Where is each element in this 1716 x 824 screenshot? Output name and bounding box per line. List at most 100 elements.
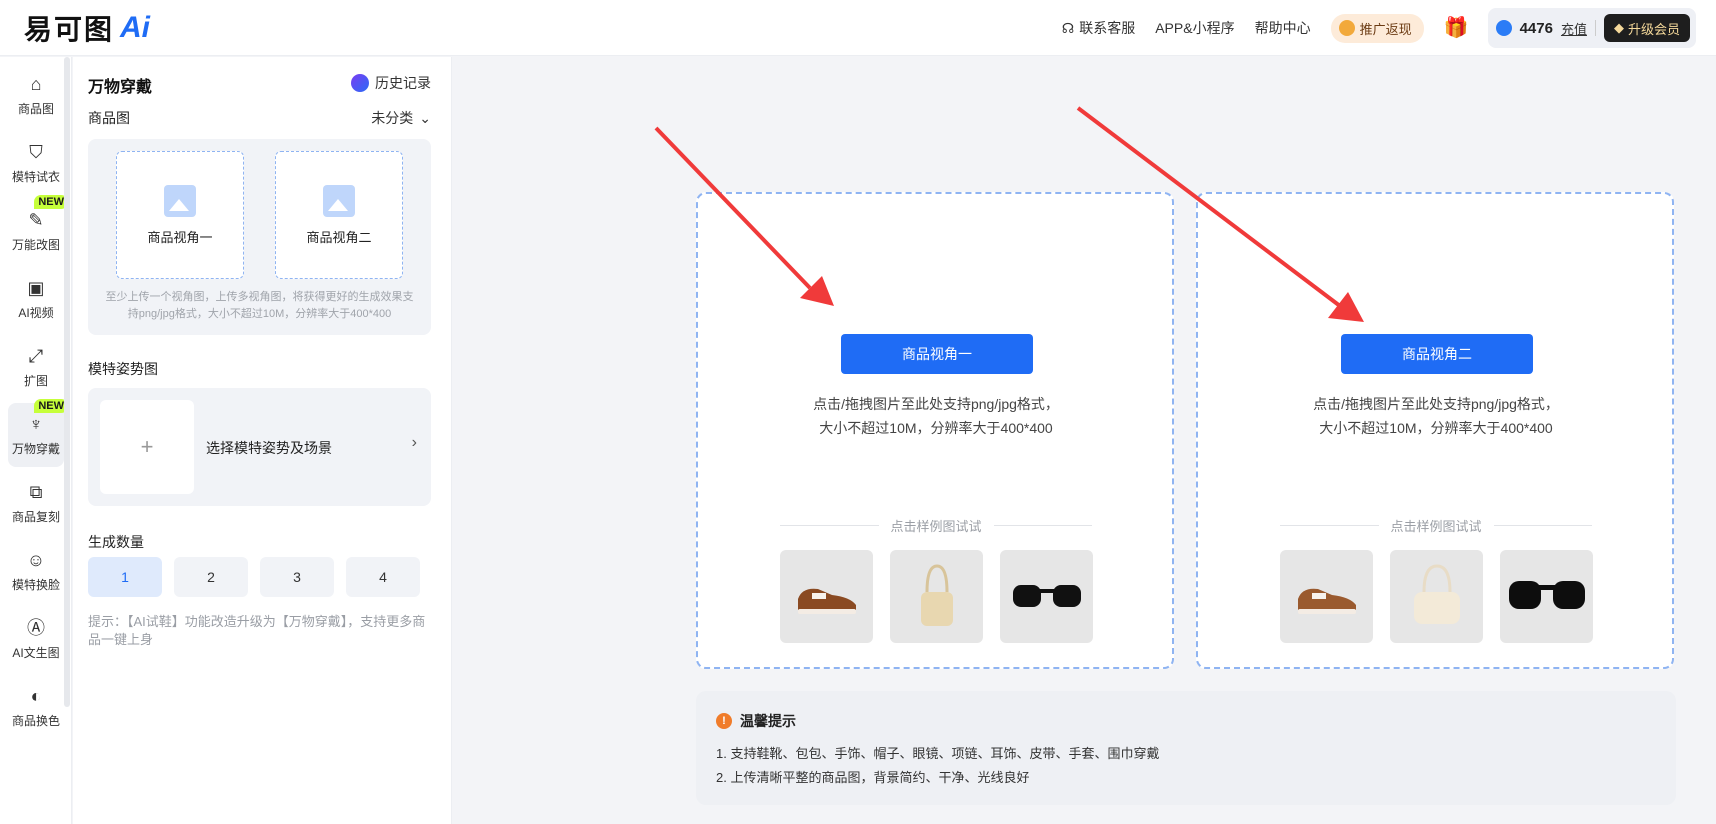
- nav-item-label: 模特试衣: [11, 169, 60, 184]
- new-badge: NEW: [34, 399, 68, 413]
- nav-item-expand[interactable]: ⤢ 扩图: [8, 335, 64, 399]
- nav-item-label: 商品复刻: [11, 509, 60, 524]
- promo-label: 推广返现: [1359, 21, 1412, 37]
- contact-service-link[interactable]: ☊ 联系客服: [1062, 18, 1135, 38]
- pose-select-card[interactable]: + 选择模特姿势及场景 ›: [88, 388, 431, 506]
- logo-ai: Ai: [120, 11, 151, 44]
- nav-item-label: AI文生图: [12, 645, 60, 660]
- config-panel: 万物穿戴 历史记录 商品图 未分类 ⌄ 商品视角一 商品视角二 至少上传一个视角…: [73, 57, 452, 824]
- nav-item-ai-text-to-image[interactable]: Ⓐ AI文生图: [8, 607, 64, 671]
- product-upload-area: 商品视角一 商品视角二 至少上传一个视角图，上传多视角图，将获得更好的生成效果支…: [88, 139, 431, 335]
- expand-icon: ⤢: [28, 345, 44, 366]
- nav-item-wear-anything[interactable]: NEW ♆ 万物穿戴: [8, 399, 68, 467]
- app-miniprogram-link[interactable]: APP&小程序: [1155, 18, 1234, 38]
- pose-label: 模特姿势图: [88, 361, 158, 377]
- help-center-link[interactable]: 帮助中心: [1255, 18, 1311, 38]
- dropzone-text-line1: 点击/拖拽图片至此处支持png/jpg格式，: [1313, 396, 1559, 412]
- count-option-4[interactable]: 4: [346, 557, 420, 597]
- diamond-icon: ◆: [1613, 20, 1624, 35]
- history-button[interactable]: 历史记录: [351, 73, 431, 93]
- upload-view-two-button[interactable]: 商品视角二: [1341, 334, 1533, 374]
- nav-item-universal-edit[interactable]: NEW ✎ 万能改图: [8, 195, 68, 263]
- dropzone-text-line2: 大小不超过10M，分辨率大于400*400: [1319, 420, 1553, 436]
- image-icon: [323, 184, 355, 217]
- image-icon: [164, 184, 196, 217]
- dropzone-view-one[interactable]: 商品视角一 点击/拖拽图片至此处支持png/jpg格式， 大小不超过10M，分辨…: [696, 192, 1174, 669]
- color-drop-icon: ◐: [30, 685, 42, 706]
- notice-title: ! 温馨提示: [716, 711, 796, 731]
- sample-divider: 点击样例图试试: [1280, 516, 1593, 535]
- nav-item-label: 万物穿戴: [11, 441, 60, 456]
- recharge-link[interactable]: 充值: [1561, 19, 1587, 38]
- edit-image-icon: ✎: [28, 209, 44, 230]
- chevron-right-icon: ›: [411, 434, 417, 451]
- sample-divider: 点击样例图试试: [780, 516, 1093, 535]
- sample-bag[interactable]: [1390, 550, 1483, 643]
- left-nav-scrollbar[interactable]: [64, 57, 70, 707]
- clock-icon: [351, 74, 369, 92]
- sample-images: [780, 550, 1093, 643]
- headset-icon: ☊: [1061, 19, 1075, 36]
- nav-item-product-image[interactable]: ⌂ 商品图: [8, 63, 64, 127]
- upgrade-label: 升级会员: [1627, 21, 1680, 37]
- app-miniprogram-label: APP&小程序: [1155, 20, 1235, 36]
- dropzone-view-two[interactable]: 商品视角二 点击/拖拽图片至此处支持png/jpg格式， 大小不超过10M，分辨…: [1196, 192, 1674, 669]
- shirt-icon: ⛉: [29, 141, 43, 162]
- nav-item-face-swap[interactable]: ☺ 模特换脸: [8, 539, 64, 603]
- bag-image: [1413, 563, 1460, 624]
- sample-shoe[interactable]: [780, 550, 873, 643]
- promo-cashback-button[interactable]: 推广返现: [1330, 13, 1424, 43]
- logo[interactable]: 易可图 Ai: [24, 10, 150, 46]
- sample-sunglasses[interactable]: [1000, 550, 1093, 643]
- sunglasses-image: [1508, 580, 1585, 609]
- sample-shoe[interactable]: [1280, 550, 1373, 643]
- upload-slot-view-two[interactable]: 商品视角二: [275, 151, 403, 279]
- notice-line-1: 1. 支持鞋靴、包包、手饰、帽子、眼镜、项链、耳饰、皮带、手套、围巾穿戴: [716, 746, 1160, 761]
- nav-item-label: 万能改图: [11, 237, 60, 252]
- category-select[interactable]: 未分类 ⌄: [371, 108, 431, 128]
- dropzone-instructions: 点击/拖拽图片至此处支持png/jpg格式， 大小不超过10M，分辨率大于400…: [698, 392, 1174, 440]
- header-nav: ☊ 联系客服 APP&小程序 帮助中心 推广返现 🎁 4476 充值 ◆ 升级会…: [1062, 8, 1696, 48]
- pose-select-label: 选择模特姿势及场景: [206, 440, 332, 456]
- nav-item-label: 商品换色: [11, 713, 60, 728]
- video-icon: ▣: [27, 277, 45, 298]
- logo-text: 易可图: [24, 14, 115, 45]
- account-box: 4476 充值 ◆ 升级会员: [1487, 8, 1696, 48]
- nav-item-ai-video[interactable]: ▣ AI视频: [8, 267, 64, 331]
- dropzone-text-line1: 点击/拖拽图片至此处支持png/jpg格式，: [813, 396, 1059, 412]
- face-icon: ☺: [26, 549, 46, 570]
- copy-bag-icon: ⧉: [29, 481, 43, 502]
- upgrade-tip: 提示：【AI试鞋】功能改造升级为【万物穿戴】，支持更多商品一键上身: [88, 614, 426, 647]
- nav-item-color-change[interactable]: ◐ 商品换色: [8, 675, 64, 739]
- gift-icon[interactable]: 🎁: [1444, 16, 1469, 40]
- shoe-image: [797, 588, 856, 614]
- sample-images: [1280, 550, 1593, 643]
- new-badge: NEW: [34, 195, 68, 209]
- upload-view-one-button[interactable]: 商品视角一: [841, 334, 1033, 374]
- dropzone-text-line2: 大小不超过10M，分辨率大于400*400: [819, 420, 1053, 436]
- count-option-2[interactable]: 2: [174, 557, 248, 597]
- nav-item-product-copy[interactable]: ⧉ 商品复刻: [8, 471, 64, 535]
- divider: [1594, 20, 1596, 36]
- warning-icon: !: [716, 713, 732, 729]
- help-center-label: 帮助中心: [1254, 20, 1311, 36]
- chevron-down-icon: ⌄: [419, 109, 431, 126]
- sample-bag[interactable]: [890, 550, 983, 643]
- sunglasses-image: [1012, 584, 1081, 607]
- notice-box: ! 温馨提示 1. 支持鞋靴、包包、手饰、帽子、眼镜、项链、耳饰、皮带、手套、围…: [696, 691, 1676, 805]
- count-option-3[interactable]: 3: [260, 557, 334, 597]
- count-label: 生成数量: [88, 534, 144, 550]
- contact-service-label: 联系客服: [1079, 20, 1136, 36]
- notice-line-2: 2. 上传清晰平整的商品图，背景简约、干净、光线良好: [716, 770, 1030, 785]
- count-option-1[interactable]: 1: [88, 557, 162, 597]
- upload-slot-view-one[interactable]: 商品视角一: [116, 151, 244, 279]
- ai-text-icon: Ⓐ: [27, 617, 45, 638]
- nav-item-model-tryon[interactable]: ⛉ 模特试衣: [8, 131, 64, 195]
- left-nav: ⌂ 商品图 ⛉ 模特试衣 NEW ✎ 万能改图 ▣ AI视频 ⤢ 扩图 NEW …: [0, 57, 72, 824]
- upgrade-vip-button[interactable]: ◆ 升级会员: [1603, 14, 1690, 42]
- nav-item-label: AI视频: [18, 305, 54, 320]
- nav-item-label: 扩图: [23, 373, 48, 388]
- sample-label: 点击样例图试试: [1390, 519, 1482, 534]
- coin-icon: [1338, 20, 1355, 36]
- sample-sunglasses[interactable]: [1500, 550, 1593, 643]
